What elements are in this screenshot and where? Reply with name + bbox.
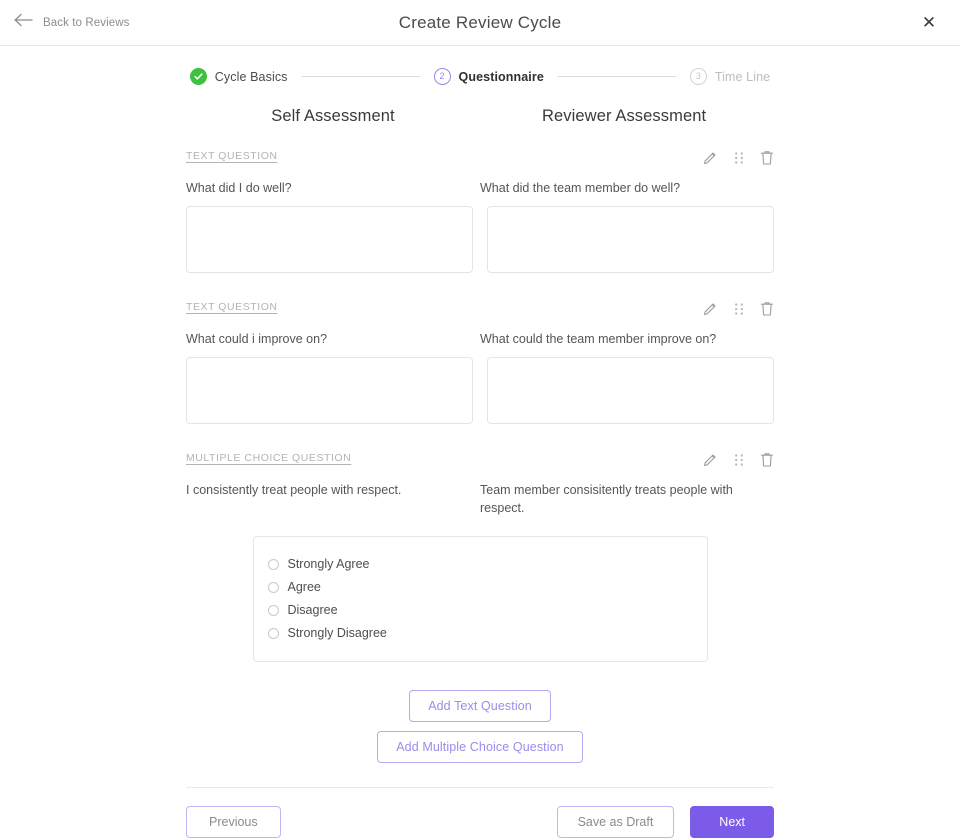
question-1-reviewer-prompt: What did the team member do well? xyxy=(480,181,681,195)
question-1-type-tag: TEXT QUESTION xyxy=(186,150,278,162)
add-question-actions: Add Text Question Add Multiple Choice Qu… xyxy=(186,689,774,763)
back-to-reviews-link[interactable]: Back to Reviews xyxy=(0,13,130,32)
step-number-badge-3: 3 xyxy=(689,68,707,85)
question-2-type-tag: TEXT QUESTION xyxy=(186,301,278,314)
step-label-cycle-basics: Cycle Basics xyxy=(214,69,288,84)
back-arrow-icon xyxy=(14,13,34,32)
question-block-2: TEXT QUESTION What could i improve on? W… xyxy=(186,301,774,425)
back-to-reviews-label: Back to Reviews xyxy=(43,16,130,29)
step-cycle-basics[interactable]: Cycle Basics xyxy=(189,68,288,85)
question-2-tools xyxy=(702,301,774,322)
step-number-badge-2: 2 xyxy=(433,68,451,85)
radio-icon[interactable] xyxy=(267,604,279,616)
choice-option-disagree[interactable]: Disagree xyxy=(267,599,707,622)
close-icon[interactable]: ✕ xyxy=(918,12,940,34)
drag-handle-icon[interactable] xyxy=(734,302,744,321)
drag-handle-icon[interactable] xyxy=(734,151,744,170)
column-headers: Self Assessment Reviewer Assessment xyxy=(186,107,774,126)
step-label-time-line: Time Line xyxy=(714,69,771,84)
add-multiple-choice-question-button[interactable]: Add Multiple Choice Question xyxy=(377,730,583,763)
question-1-self-prompt: What did I do well? xyxy=(186,181,292,195)
radio-icon[interactable] xyxy=(267,627,279,639)
question-2-answers xyxy=(186,357,774,425)
pencil-icon[interactable] xyxy=(702,150,718,171)
question-2-reviewer-prompt: What could the team member improve on? xyxy=(480,332,717,347)
pencil-icon[interactable] xyxy=(702,452,718,473)
choice-option-strongly-disagree[interactable]: Strongly Disagree xyxy=(267,622,707,645)
column-header-reviewer: Reviewer Assessment xyxy=(542,107,707,125)
column-header-self: Self Assessment xyxy=(271,107,395,125)
choice-label: Agree xyxy=(287,580,321,594)
wizard-stepper: Cycle Basics 2 Questionnaire 3 Time Line xyxy=(0,68,960,85)
question-2-prompts: What could i improve on? What could the … xyxy=(186,330,774,348)
question-2-self-prompt: What could i improve on? xyxy=(186,332,328,347)
choice-label: Disagree xyxy=(287,603,338,617)
question-3-header: MULTIPLE CHOICE QUESTION xyxy=(186,452,774,473)
question-3-prompts: I consistently treat people with respect… xyxy=(186,481,774,517)
app-header: Back to Reviews Create Review Cycle ✕ xyxy=(0,0,960,46)
choice-option-strongly-agree[interactable]: Strongly Agree xyxy=(267,553,707,576)
add-text-question-button[interactable]: Add Text Question xyxy=(409,689,551,722)
step-connector-2 xyxy=(557,76,676,77)
question-1-reviewer-answer-box[interactable] xyxy=(487,206,774,274)
step-time-line[interactable]: 3 Time Line xyxy=(689,68,771,85)
question-2-self-answer-box[interactable] xyxy=(186,357,473,425)
trash-icon[interactable] xyxy=(760,150,774,171)
radio-icon[interactable] xyxy=(267,581,279,593)
pencil-icon[interactable] xyxy=(702,301,718,322)
step-questionnaire[interactable]: 2 Questionnaire xyxy=(433,68,544,85)
wizard-footer: Previous Save as Draft Next xyxy=(186,805,774,838)
step-label-questionnaire: Questionnaire xyxy=(458,69,544,84)
question-1-tools xyxy=(702,150,774,171)
step-connector-1 xyxy=(301,76,420,77)
radio-icon[interactable] xyxy=(267,558,279,570)
trash-icon[interactable] xyxy=(760,301,774,322)
question-block-1: TEXT QUESTION What did I do well? What d… xyxy=(186,150,774,274)
question-2-header: TEXT QUESTION xyxy=(186,301,774,322)
footer-divider xyxy=(186,786,774,788)
save-as-draft-button[interactable]: Save as Draft xyxy=(556,805,675,838)
page-title: Create Review Cycle xyxy=(398,12,562,32)
question-1-self-answer-box[interactable] xyxy=(186,206,473,274)
question-3-reviewer-prompt: Team member consisitently treats people … xyxy=(480,483,733,516)
question-1-answers xyxy=(186,206,774,274)
question-2-reviewer-answer-box[interactable] xyxy=(487,357,774,425)
question-1-prompts: What did I do well? What did the team me… xyxy=(186,179,774,197)
trash-icon[interactable] xyxy=(760,452,774,473)
question-block-3: MULTIPLE CHOICE QUESTION I consistently … xyxy=(186,452,774,662)
questionnaire-content: Self Assessment Reviewer Assessment TEXT… xyxy=(186,85,774,838)
choice-options-card: Strongly Agree Agree Disagree Strongly D… xyxy=(252,535,708,662)
choice-label: Strongly Disagree xyxy=(287,626,387,640)
question-3-self-prompt: I consistently treat people with respect… xyxy=(186,483,402,498)
choice-option-agree[interactable]: Agree xyxy=(267,576,707,599)
question-1-header: TEXT QUESTION xyxy=(186,150,774,171)
question-3-type-tag: MULTIPLE CHOICE QUESTION xyxy=(186,452,352,465)
drag-handle-icon[interactable] xyxy=(734,453,744,472)
previous-button[interactable]: Previous xyxy=(186,805,281,838)
choice-label: Strongly Agree xyxy=(287,557,370,571)
footer-primary-actions: Save as Draft Next xyxy=(556,805,774,838)
next-button[interactable]: Next xyxy=(690,805,774,838)
check-circle-icon xyxy=(189,68,207,85)
question-3-tools xyxy=(702,452,774,473)
